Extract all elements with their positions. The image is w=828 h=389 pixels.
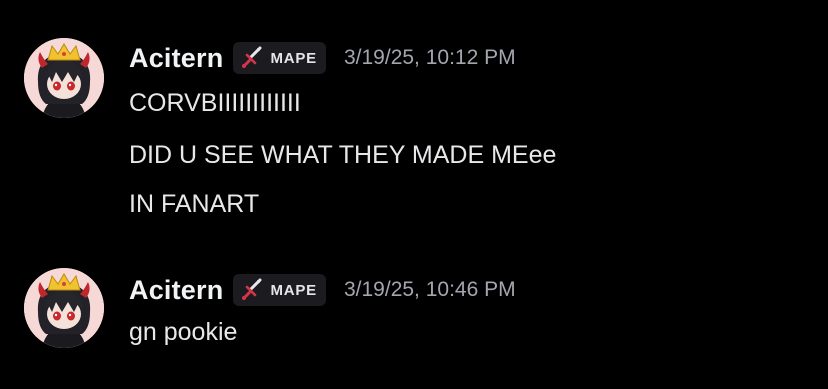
avatar-image — [24, 38, 104, 118]
message-header: Acitern MAPE 3/19/25, 10:12 PM — [129, 42, 516, 74]
user-tag[interactable]: MAPE — [233, 274, 326, 306]
timestamp[interactable]: 3/19/25, 10:46 PM — [344, 278, 516, 302]
message-line: CORVBIIIIIIIIIIII — [129, 89, 301, 117]
message-line: IN FANART — [129, 190, 260, 218]
avatar[interactable] — [24, 38, 104, 118]
timestamp[interactable]: 3/19/25, 10:12 PM — [344, 46, 516, 70]
tag-label: MAPE — [270, 49, 317, 67]
message-line: DID U SEE WHAT THEY MADE MEee — [129, 141, 557, 169]
avatar-image — [24, 268, 104, 348]
sword-icon — [242, 278, 262, 300]
message-header: Acitern MAPE 3/19/25, 10:46 PM — [129, 274, 516, 306]
username[interactable]: Acitern — [129, 43, 223, 74]
username[interactable]: Acitern — [129, 275, 223, 306]
user-tag[interactable]: MAPE — [233, 42, 326, 74]
avatar[interactable] — [24, 268, 104, 348]
sword-icon — [242, 46, 262, 68]
tag-label: MAPE — [270, 281, 317, 299]
message-line: gn pookie — [129, 318, 238, 346]
